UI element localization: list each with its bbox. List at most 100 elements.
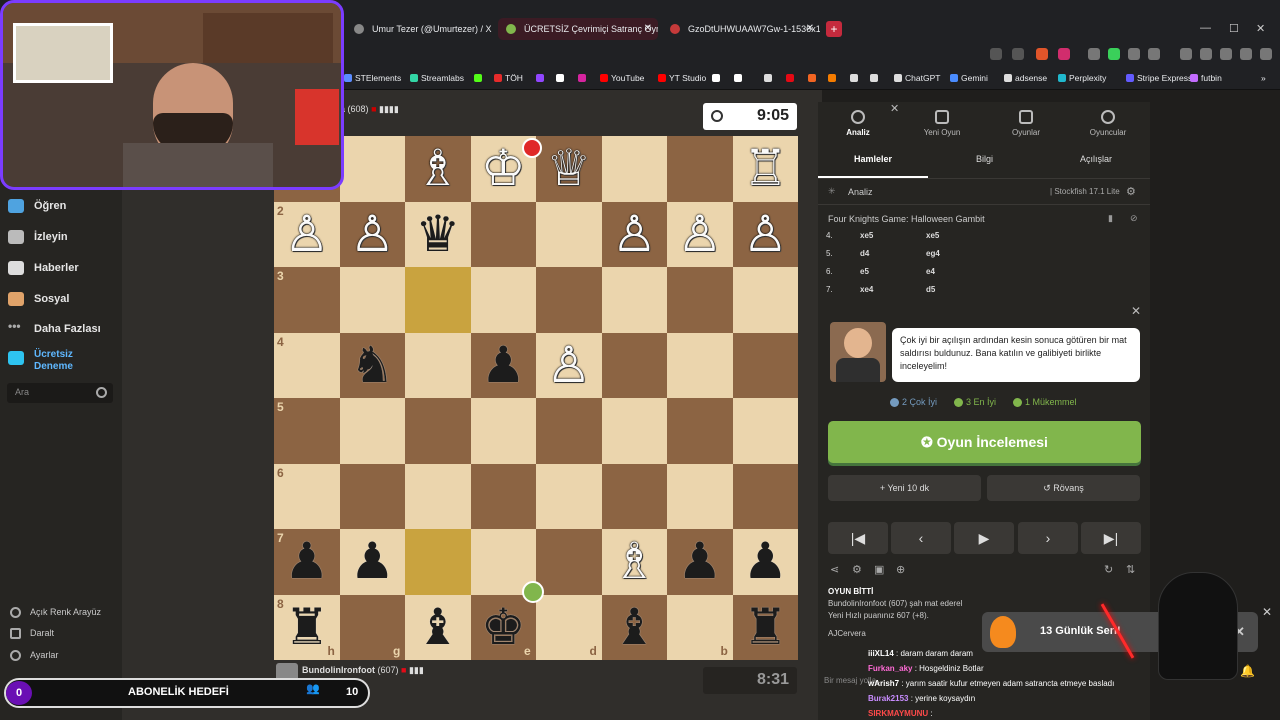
close-icon[interactable]: ✕	[1131, 304, 1141, 318]
new-game-button[interactable]: + Yeni 10 dk	[828, 475, 981, 501]
bookmark[interactable]: Streamlabs	[410, 73, 464, 83]
board-square[interactable]	[536, 267, 602, 333]
white-move[interactable]: d4	[860, 249, 869, 258]
gear-icon[interactable]: ⚙	[1126, 185, 1136, 198]
board-square[interactable]	[339, 463, 405, 529]
extension-icon[interactable]	[1128, 48, 1140, 60]
board-square[interactable]	[536, 201, 602, 267]
collapse-button[interactable]: Daralt	[10, 628, 54, 639]
white-rook[interactable]: ♖	[733, 136, 799, 202]
share-icon[interactable]: ⋖	[830, 563, 839, 576]
board-square[interactable]	[732, 267, 798, 333]
white-pawn[interactable]: ♙	[340, 202, 406, 268]
bookmark[interactable]: Perplexity	[1058, 73, 1106, 83]
extension-icon[interactable]	[1108, 48, 1120, 60]
tab-new-game[interactable]: Yeni Oyun	[902, 108, 982, 137]
white-move[interactable]: xe5	[860, 231, 873, 240]
tab-image[interactable]: GzoDtUHWUAAW7Gw-1-1536x1536 ✕	[662, 18, 820, 40]
board-square[interactable]	[667, 136, 733, 202]
white-pawn[interactable]: ♙	[733, 202, 799, 268]
extension-icon[interactable]	[1088, 48, 1100, 60]
board-square[interactable]	[601, 136, 667, 202]
chess-board[interactable]: ♗ ♔ ♕ ♖ ♙ ♙ ♛ ♙ ♙ ♙ ♞ ♟ ♙ ♟ ♟ ♗ ♟ ♟ ♜ ♝ ♚ ♝ ♜ 2 3 4 5 6 7 8 h g e d b	[274, 136, 798, 660]
settings-icon[interactable]: ⚙	[852, 563, 862, 576]
vpn-icon[interactable]	[1240, 48, 1252, 60]
white-bishop[interactable]: ♗	[405, 136, 471, 202]
board-square[interactable]	[667, 463, 733, 529]
close-icon[interactable]: ✕	[1262, 605, 1272, 619]
bookmark[interactable]: YouTube	[600, 73, 644, 83]
black-move[interactable]: xe5	[926, 231, 939, 240]
board-square[interactable]	[601, 332, 667, 398]
wallet-icon[interactable]	[1200, 48, 1212, 60]
minimize-icon[interactable]: —	[1200, 22, 1211, 34]
board-square[interactable]	[536, 398, 602, 464]
board-square[interactable]	[339, 267, 405, 333]
refresh-icon[interactable]: ↻	[1104, 563, 1113, 576]
tab-analysis[interactable]: Analiz	[818, 108, 898, 137]
board-square[interactable]	[339, 398, 405, 464]
board-square[interactable]	[405, 398, 471, 464]
bookmark[interactable]: STElements	[344, 73, 401, 83]
maximize-icon[interactable]: ☐	[1229, 22, 1239, 35]
bookmark[interactable]: Gemini	[950, 73, 988, 83]
bookmark[interactable]: Stripe Express	[1126, 73, 1192, 83]
prev-move-button[interactable]: ‹	[891, 522, 951, 554]
board-square[interactable]	[601, 463, 667, 529]
black-move[interactable]: e4	[926, 267, 935, 276]
board-square[interactable]	[339, 136, 405, 202]
board-square[interactable]	[601, 267, 667, 333]
menu-icon[interactable]	[1260, 48, 1272, 60]
sidebar-item-more[interactable]: ••• Daha Fazlası	[8, 320, 101, 336]
bookmark[interactable]: adsense	[1004, 73, 1047, 83]
light-theme-toggle[interactable]: Açık Renk Arayüz	[10, 607, 101, 618]
sidebar-item-watch[interactable]: İzleyin	[8, 230, 68, 244]
next-move-button[interactable]: ›	[1018, 522, 1078, 554]
board-square[interactable]	[470, 463, 536, 529]
black-queen[interactable]: ♛	[405, 202, 471, 268]
board-square[interactable]	[536, 529, 602, 595]
black-bishop[interactable]: ♝	[405, 595, 471, 661]
board-square[interactable]	[405, 267, 471, 333]
white-move[interactable]: e5	[860, 267, 869, 276]
black-move[interactable]: eg4	[926, 249, 940, 258]
board-square[interactable]	[536, 463, 602, 529]
bookmark[interactable]: ChatGPT	[894, 73, 940, 83]
board-square[interactable]	[667, 267, 733, 333]
rematch-button[interactable]: ↺ Rövanş	[987, 475, 1140, 501]
sidebar-item-learn[interactable]: Öğren	[8, 199, 66, 213]
black-pawn[interactable]: ♟	[340, 529, 406, 595]
zoom-icon[interactable]: ⊕	[896, 563, 905, 576]
tab-games[interactable]: Oyunlar	[986, 108, 1066, 137]
sidebar-item-news[interactable]: Haberler	[8, 261, 79, 275]
bookmark[interactable]: futbin	[1190, 73, 1222, 83]
share-icon[interactable]	[1012, 48, 1024, 60]
search-icon[interactable]	[96, 387, 107, 398]
white-move[interactable]: xe4	[860, 285, 873, 294]
game-review-button[interactable]: ✪ Oyun İncelemesi	[828, 421, 1141, 463]
close-icon[interactable]: ✕	[806, 18, 814, 40]
rewards-icon[interactable]	[1058, 48, 1070, 60]
board-square[interactable]	[732, 463, 798, 529]
settings-button[interactable]: Ayarlar	[10, 650, 58, 661]
white-pawn[interactable]: ♙	[536, 333, 602, 399]
black-knight[interactable]: ♞	[340, 333, 406, 399]
board-square[interactable]	[732, 398, 798, 464]
board-square[interactable]	[405, 463, 471, 529]
last-move-button[interactable]: ▶|	[1081, 522, 1141, 554]
bell-icon[interactable]: 🔔	[1240, 664, 1255, 678]
close-window-icon[interactable]: ✕	[1256, 22, 1265, 35]
new-tab-button[interactable]: +	[826, 21, 842, 37]
first-move-button[interactable]: |◀	[828, 522, 888, 554]
board-square[interactable]	[732, 332, 798, 398]
tab-x[interactable]: Umur Tezer (@Umurtezer) / X	[346, 18, 492, 40]
white-pawn[interactable]: ♙	[667, 202, 733, 268]
black-bishop[interactable]: ♝	[602, 595, 668, 661]
board-square[interactable]	[405, 529, 471, 595]
book-icon[interactable]: ▮	[1108, 213, 1113, 224]
black-pawn[interactable]: ♟	[733, 529, 799, 595]
info-icon[interactable]: ⊘	[1130, 213, 1138, 224]
board-square[interactable]	[667, 332, 733, 398]
board-square[interactable]	[470, 267, 536, 333]
white-pawn[interactable]: ♙	[602, 202, 668, 268]
